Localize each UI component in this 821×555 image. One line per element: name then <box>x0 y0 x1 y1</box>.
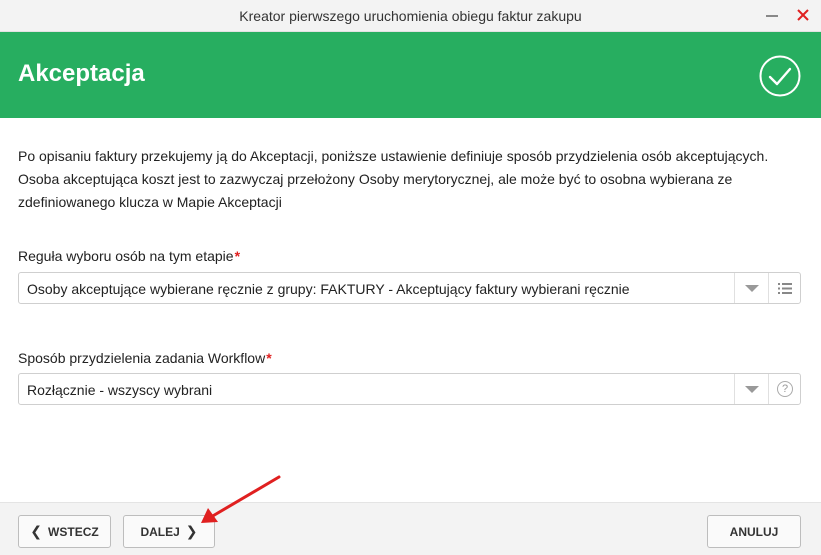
list-icon <box>778 283 792 294</box>
assignment-select-value: Rozłącznie - wszyscy wybrani <box>27 382 213 398</box>
cancel-button-label: ANULUJ <box>729 524 779 539</box>
rule-select[interactable]: Osoby akceptujące wybierane ręcznie z gr… <box>18 272 801 304</box>
field-label-assignment: Sposób przydzielenia zadania Workflow* <box>18 350 272 366</box>
check-circle-icon <box>759 55 801 97</box>
assignment-help-button[interactable]: ? <box>768 374 800 404</box>
next-button-label: DALEJ <box>140 524 180 539</box>
wizard-footer: ❮ WSTECZ DALEJ ❯ ANULUJ <box>0 502 821 555</box>
back-button-label: WSTECZ <box>48 524 99 539</box>
field-label-assignment-text: Sposób przydzielenia zadania Workflow <box>18 350 266 366</box>
minimize-icon[interactable] <box>766 15 778 17</box>
next-button[interactable]: DALEJ ❯ <box>123 515 215 548</box>
rule-select-value: Osoby akceptujące wybierane ręcznie z gr… <box>27 281 630 297</box>
chevron-down-icon <box>745 386 759 393</box>
field-label-rule-text: Reguła wyboru osób na tym etapie <box>18 248 234 264</box>
help-icon: ? <box>777 381 793 397</box>
cancel-button[interactable]: ANULUJ <box>707 515 801 548</box>
step-description: Po opisaniu faktury przekujemy ją do Akc… <box>18 148 769 210</box>
window-title: Kreator pierwszego uruchomienia obiegu f… <box>239 8 582 24</box>
chevron-right-icon: ❯ <box>185 523 198 539</box>
step-header: Akceptacja <box>0 32 821 118</box>
assignment-select-dropdown-button[interactable] <box>734 374 768 404</box>
required-mark: * <box>234 248 241 264</box>
close-icon[interactable] <box>793 5 813 25</box>
rule-list-button[interactable] <box>768 273 800 303</box>
required-mark: * <box>266 350 272 366</box>
chevron-down-icon <box>745 285 759 292</box>
rule-select-dropdown-button[interactable] <box>734 273 768 303</box>
window-titlebar: Kreator pierwszego uruchomienia obiegu f… <box>0 0 821 32</box>
field-label-rule: Reguła wyboru osób na tym etapie* <box>18 248 240 264</box>
assignment-select[interactable]: Rozłącznie - wszyscy wybrani ? <box>18 373 801 405</box>
chevron-left-icon: ❮ <box>30 523 43 539</box>
step-title: Akceptacja <box>18 60 145 87</box>
step-content: Po opisaniu faktury przekujemy ją do Akc… <box>0 118 821 502</box>
back-button[interactable]: ❮ WSTECZ <box>18 515 111 548</box>
